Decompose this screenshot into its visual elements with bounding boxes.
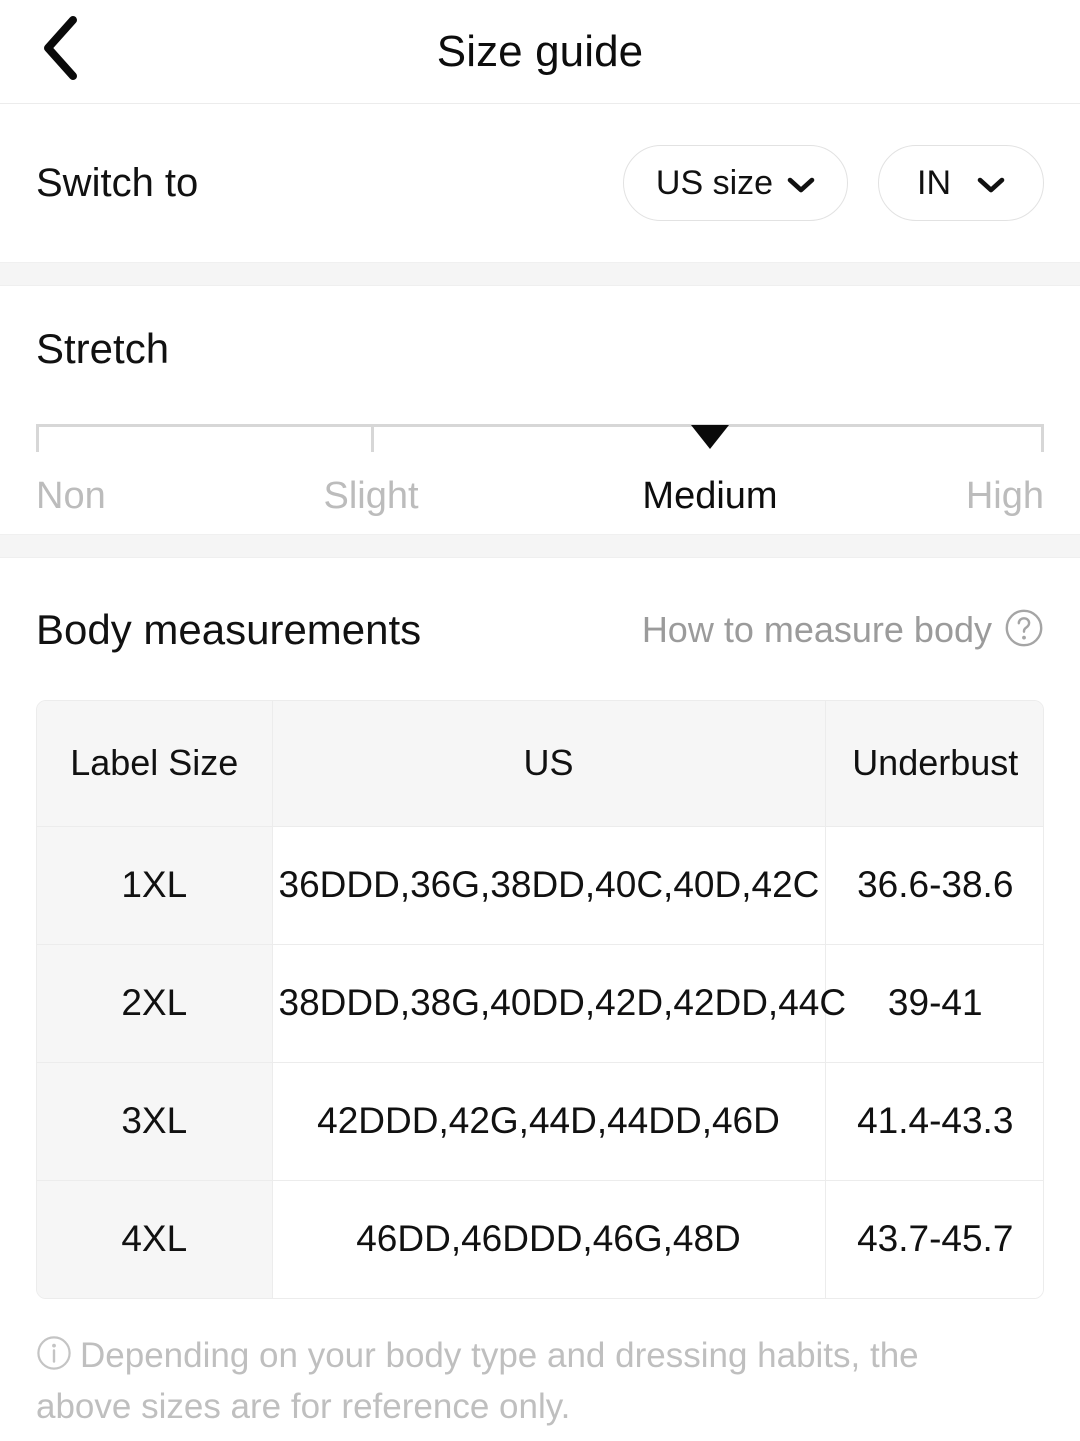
cell-underbust: 39-41: [825, 944, 1043, 1063]
cell-label-size: 2XL: [37, 944, 273, 1063]
size-guide-screen: Size guide Switch to US size IN Stretch …: [0, 0, 1080, 1441]
table-row: 1XL 36DDD,36G,38DD,40C,40D,42C 36.6-38.6: [37, 826, 1043, 945]
body-measurements-title: Body measurements: [36, 606, 422, 653]
column-header-us: US: [272, 701, 826, 827]
stretch-track: [36, 424, 1044, 427]
reference-note: Depending on your body type and dressing…: [36, 1333, 1011, 1430]
app-bar: Size guide: [0, 0, 1080, 104]
column-header-label-size: Label Size: [37, 701, 273, 827]
stretch-selected-marker: [691, 425, 729, 449]
cell-us: 36DDD,36G,38DD,40C,40D,42C: [272, 826, 826, 945]
stretch-title: Stretch: [36, 325, 170, 372]
stretch-section: Stretch Non Slight Medium High: [0, 286, 1080, 534]
column-header-underbust: Underbust: [825, 701, 1043, 827]
size-system-dropdown[interactable]: US size: [623, 145, 848, 221]
cell-label-size: 1XL: [37, 826, 273, 945]
stretch-tick-0: [36, 424, 39, 452]
cell-us: 46DD,46DDD,46G,48D: [272, 1180, 826, 1298]
stretch-labels: Non Slight Medium High: [36, 466, 1044, 526]
switch-to-row: Switch to US size IN: [0, 104, 1080, 262]
table-row: 3XL 42DDD,42G,44D,44DD,46D 41.4-43.3: [37, 1062, 1043, 1181]
cell-underbust: 41.4-43.3: [825, 1062, 1043, 1181]
size-system-value: US size: [655, 164, 774, 202]
stretch-scale[interactable]: Non Slight Medium High: [36, 424, 1044, 534]
stretch-label-non[interactable]: Non: [36, 466, 106, 526]
table-row: 4XL 46DD,46DDD,46G,48D 43.7-45.7: [37, 1180, 1043, 1298]
size-table: Label Size US Underbust 1XL 36DDD,36G,38…: [37, 701, 1043, 1298]
question-circle-icon: [1004, 608, 1044, 653]
size-table-head: Label Size US Underbust: [37, 701, 1043, 827]
unit-value: IN: [917, 164, 951, 202]
stretch-label-medium[interactable]: Medium: [642, 466, 777, 526]
size-table-body: 1XL 36DDD,36G,38DD,40C,40D,42C 36.6-38.6…: [37, 826, 1043, 1298]
cell-label-size: 3XL: [37, 1062, 273, 1181]
body-measurements-header: Body measurements How to measure body: [36, 602, 1044, 658]
cell-label-size: 4XL: [37, 1180, 273, 1298]
unit-dropdown[interactable]: IN: [878, 145, 1044, 221]
section-divider-band: [0, 262, 1080, 286]
cell-us: 42DDD,42G,44D,44DD,46D: [272, 1062, 826, 1181]
stretch-label-high[interactable]: High: [966, 466, 1044, 526]
info-circle-icon: [36, 1335, 72, 1384]
switch-to-label: Switch to: [36, 160, 199, 205]
stretch-tick-1: [371, 424, 374, 452]
table-row: 2XL 38DDD,38G,40DD,42D,42DD,44C 39-41: [37, 944, 1043, 1063]
body-measurements-section: Body measurements How to measure body La…: [0, 558, 1080, 1299]
cell-underbust: 43.7-45.7: [825, 1180, 1043, 1298]
chevron-down-icon: [977, 164, 1005, 203]
reference-note-text: Depending on your body type and dressing…: [36, 1336, 919, 1426]
table-header-row: Label Size US Underbust: [37, 701, 1043, 827]
stretch-tick-3: [1041, 424, 1044, 452]
chevron-down-icon: [787, 164, 815, 203]
switch-controls: US size IN: [623, 145, 1044, 221]
size-table-wrapper: Label Size US Underbust 1XL 36DDD,36G,38…: [36, 700, 1044, 1299]
how-to-measure-link[interactable]: How to measure body: [642, 608, 1044, 653]
cell-us: 38DDD,38G,40DD,42D,42DD,44C: [272, 944, 846, 1063]
page-title: Size guide: [436, 27, 644, 76]
stretch-label-slight[interactable]: Slight: [323, 466, 418, 526]
cell-underbust: 36.6-38.6: [825, 826, 1043, 945]
how-to-measure-label: How to measure body: [641, 609, 992, 650]
section-divider-band-2: [0, 534, 1080, 558]
